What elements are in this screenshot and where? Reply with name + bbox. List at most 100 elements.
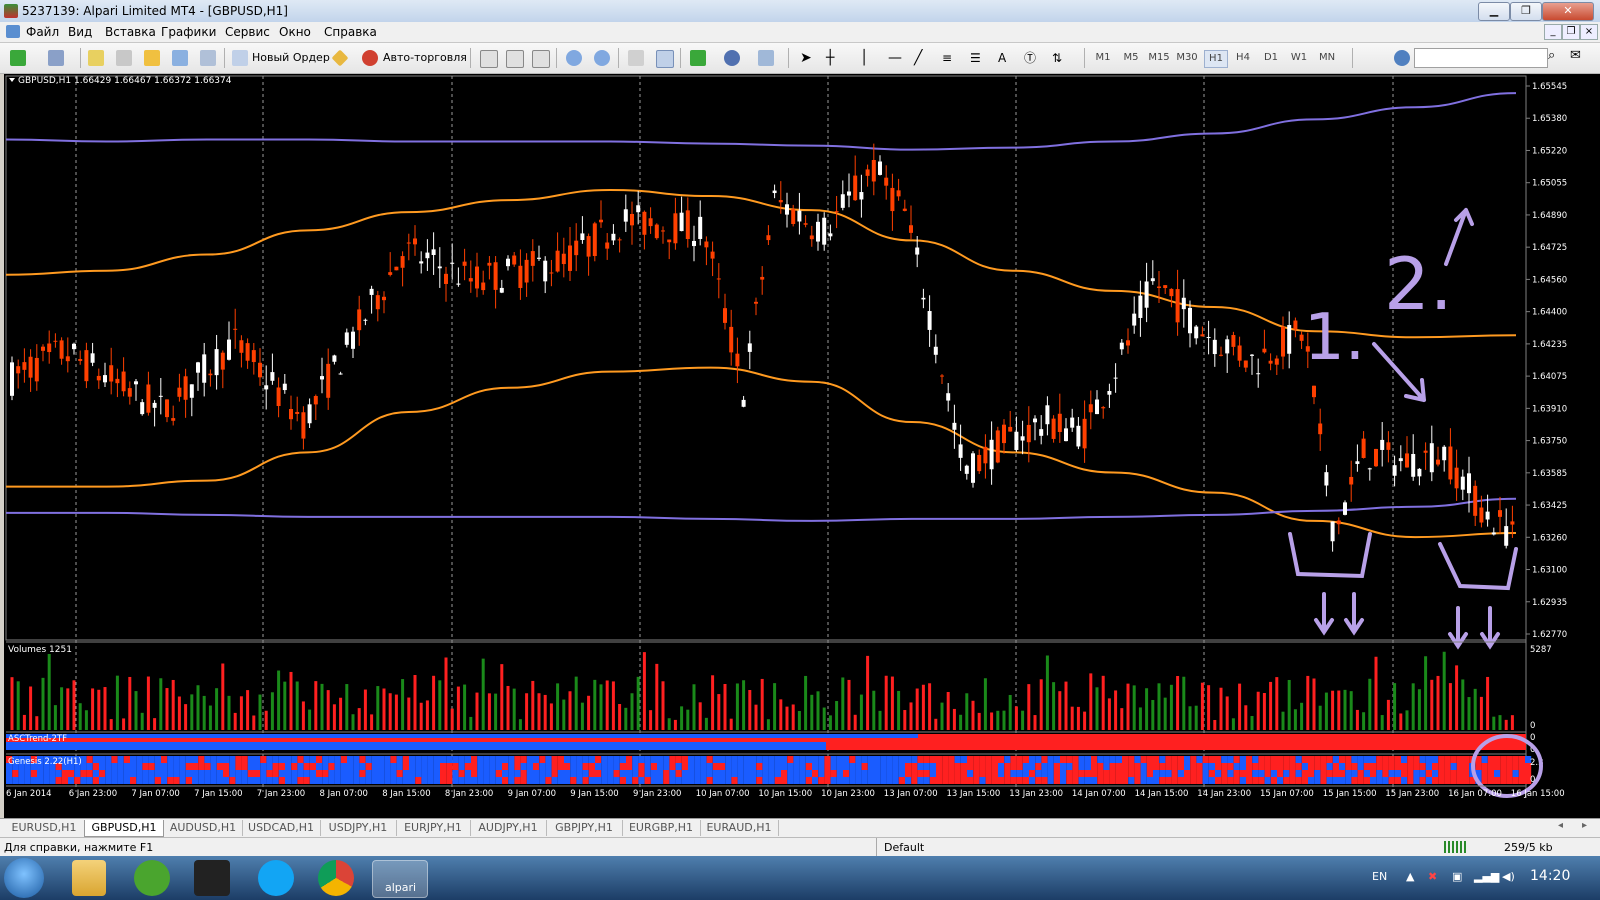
auto-trading-button[interactable]: Авто-торговля [383,49,467,67]
tray-network-icon[interactable]: ▂▄▆ [1474,870,1499,883]
tab-scroll-left-icon[interactable]: ◂ [1558,820,1563,831]
text-icon[interactable]: A [998,50,1014,66]
minimize-button[interactable]: ▁ [1478,2,1510,21]
strategy-tester-icon[interactable] [200,50,216,66]
mdi-close-icon[interactable]: × [1580,24,1598,40]
restore-button[interactable]: ❐ [1510,2,1542,21]
auto-trading-icon[interactable] [362,50,378,66]
market-watch-icon[interactable] [88,50,104,66]
genesis-cell [502,777,509,784]
tab-usdjpy[interactable]: USDJPY,H1 [320,820,397,836]
start-button[interactable] [4,858,44,898]
menu-window[interactable]: Окно [279,25,311,39]
fibo-icon[interactable]: ☰ [970,50,986,66]
menu-charts[interactable]: Графики [161,25,216,39]
tab-eurjpy[interactable]: EURJPY,H1 [396,820,471,836]
tab-audusd[interactable]: AUDUSD,H1 [164,820,243,836]
genesis-cell [595,763,602,770]
channel-icon[interactable]: ≡ [942,50,958,66]
menu-help[interactable]: Справка [324,25,377,39]
crosshair-icon[interactable]: ┼ [826,50,842,66]
genesis-cell [154,763,161,770]
tab-scroll-right-icon[interactable]: ▸ [1582,820,1587,831]
tray-arrow-icon[interactable]: ▲ [1406,870,1414,883]
settings-gear-icon[interactable] [1394,50,1410,66]
skype-icon[interactable] [258,860,294,896]
timeframe-m1[interactable]: M1 [1092,50,1114,66]
tab-usdcad[interactable]: USDCAD,H1 [242,820,321,836]
genesis-cell [353,763,360,770]
genesis-cell [663,770,670,777]
tab-audjpy[interactable]: AUDJPY,H1 [470,820,547,836]
mdi-restore-icon[interactable]: ❐ [1562,24,1580,40]
chart-window-icon[interactable] [6,25,20,38]
data-window-icon[interactable] [116,50,132,66]
timeframe-h1[interactable]: H1 [1204,50,1228,68]
vertical-line-icon[interactable]: │ [860,50,876,66]
explorer-icon[interactable] [72,860,106,896]
chart-shift-icon[interactable] [656,50,674,68]
tab-euraud[interactable]: EURAUD,H1 [700,820,779,836]
tab-gbpusd[interactable]: GBPUSD,H1 [84,820,164,837]
language-indicator[interactable]: EN [1372,870,1387,883]
tray-flag-icon[interactable]: ✖ [1428,870,1437,883]
new-order-icon[interactable] [232,50,248,66]
menu-tools[interactable]: Сервис [225,25,270,39]
alpari-taskbar-button[interactable]: alpari [372,860,428,898]
tab-gbpjpy[interactable]: GBPJPY,H1 [546,820,623,836]
timeframe-m30[interactable]: M30 [1176,50,1198,66]
tray-monitor-icon[interactable]: ▣ [1452,870,1462,883]
search-input[interactable] [1414,48,1548,68]
profiles-icon[interactable] [48,50,64,66]
zoom-out-icon[interactable] [594,50,610,66]
timeframe-d1[interactable]: D1 [1260,50,1282,66]
trendline-icon[interactable]: ╱ [914,50,930,66]
genesis-cell [1221,756,1228,763]
new-chart-icon[interactable] [10,50,26,66]
mdi-minimize-icon[interactable]: _ [1544,24,1562,40]
new-order-button[interactable]: Новый Ордер [252,49,330,67]
candlestick-icon[interactable] [506,50,524,68]
tab-eurgbp[interactable]: EURGBP,H1 [622,820,701,836]
search-icon[interactable]: ⌕ [1548,48,1564,66]
text-label-icon[interactable]: Ⓣ [1024,50,1040,66]
candle-body [245,343,250,361]
zoom-in-icon[interactable] [566,50,582,66]
tab-eurusd[interactable]: EURUSD,H1 [4,820,85,836]
timeframe-mn[interactable]: MN [1316,50,1338,66]
bar-chart-icon[interactable] [480,50,498,68]
metaeditor-icon[interactable] [331,49,349,67]
price-chart[interactable]: GBPUSD,H1 1.66429 1.66467 1.66372 1.6637… [4,74,1600,818]
timeframe-w1[interactable]: W1 [1288,50,1310,66]
terminal-icon[interactable] [172,50,188,66]
genesis-cell [626,763,633,770]
timeframe-m15[interactable]: M15 [1148,50,1170,66]
candle-body [72,343,76,350]
arrows-icon[interactable]: ⇅ [1052,50,1068,66]
templates-icon[interactable] [758,50,774,66]
timeframe-h4[interactable]: H4 [1232,50,1254,66]
menu-file[interactable]: Файл [26,25,59,39]
tile-windows-icon[interactable] [628,50,644,66]
tray-volume-icon[interactable]: ◀) [1502,870,1515,883]
cursor-icon[interactable]: ➤ [800,50,816,66]
genesis-cell [576,756,583,763]
line-chart-icon[interactable] [532,50,550,68]
horizontal-line-icon[interactable]: — [888,50,904,66]
zona-icon[interactable] [194,860,230,896]
genesis-cell [929,770,936,777]
periods-icon[interactable] [724,50,740,66]
navigator-icon[interactable] [144,50,160,66]
close-button[interactable]: ✕ [1542,2,1594,21]
indicators-icon[interactable] [690,50,706,66]
clock[interactable]: 14:20 [1530,868,1570,884]
chrome-icon[interactable] [318,860,354,896]
utorrent-icon[interactable] [134,860,170,896]
chat-icon[interactable]: ✉ [1570,48,1586,66]
genesis-cell [805,756,812,763]
genesis-cell [1444,777,1451,784]
timeframe-m5[interactable]: M5 [1120,50,1142,66]
menu-insert[interactable]: Вставка [105,25,156,39]
chart-window[interactable]: GBPUSD,H1 1.66429 1.66467 1.66372 1.6637… [4,74,1600,818]
menu-view[interactable]: Вид [68,25,92,39]
